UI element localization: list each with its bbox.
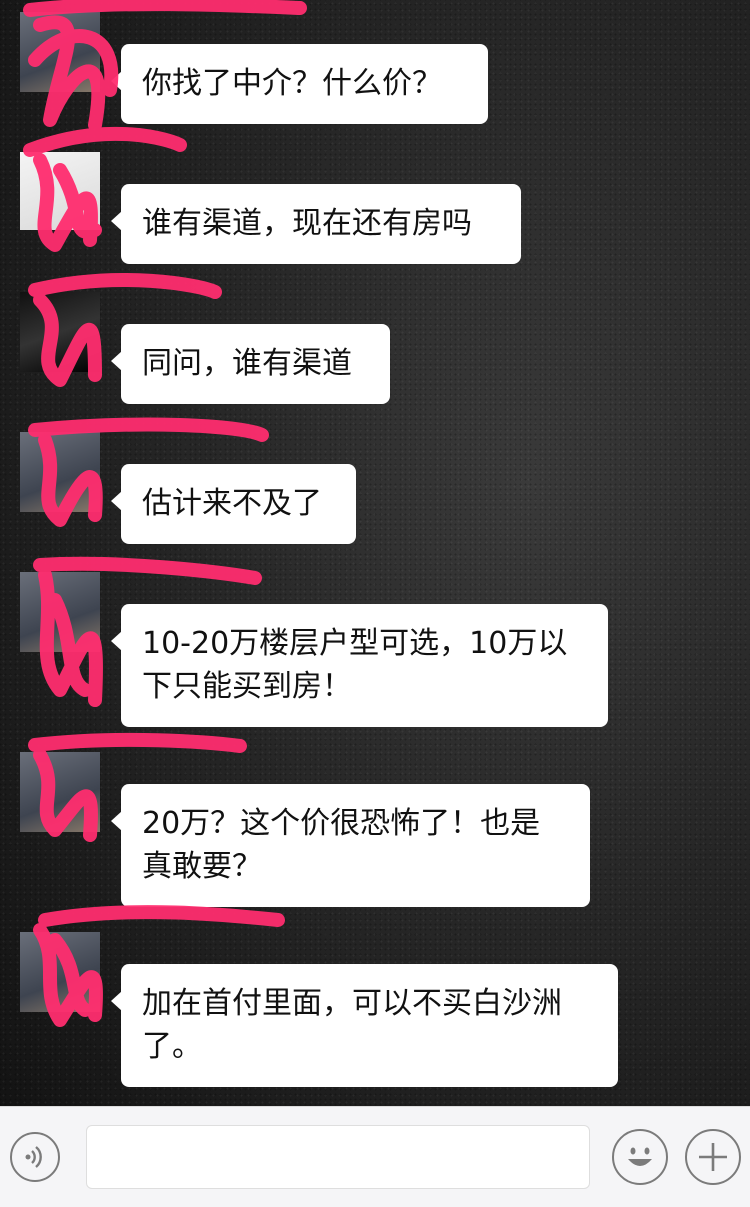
avatar[interactable] (20, 152, 100, 230)
avatar[interactable] (20, 572, 100, 652)
emoji-icon (628, 1147, 652, 1166)
message-bubble[interactable]: 谁有渠道，现在还有房吗 (111, 184, 521, 264)
message-bubble[interactable]: 估计来不及了 (111, 464, 356, 544)
chat-list[interactable]: 你找了中介？什么价？ 谁有渠道，现在还有房吗 同问，谁有渠道 估计来不及了 10… (0, 0, 750, 1106)
plus-button[interactable] (685, 1129, 741, 1185)
voice-icon (25, 1146, 42, 1168)
avatar[interactable] (20, 432, 100, 512)
emoji-button[interactable] (612, 1129, 668, 1185)
message-bubble[interactable]: 10-20万楼层户型可选，10万以下只能买到房！ (111, 604, 608, 727)
avatar[interactable] (20, 12, 100, 92)
message-bubble[interactable]: 20万？这个价很恐怖了！也是真敢要？ (111, 784, 590, 907)
input-bar (0, 1106, 750, 1207)
avatar[interactable] (20, 292, 100, 372)
message-bubble[interactable]: 你找了中介？什么价？ (111, 44, 488, 124)
avatar[interactable] (20, 932, 100, 1012)
voice-button[interactable] (10, 1132, 60, 1182)
avatar[interactable] (20, 752, 100, 832)
message-input[interactable] (86, 1125, 590, 1189)
message-bubble[interactable]: 同问，谁有渠道 (111, 324, 390, 404)
plus-icon (699, 1143, 727, 1171)
message-bubble[interactable]: 加在首付里面，可以不买白沙洲了。 (111, 964, 618, 1087)
